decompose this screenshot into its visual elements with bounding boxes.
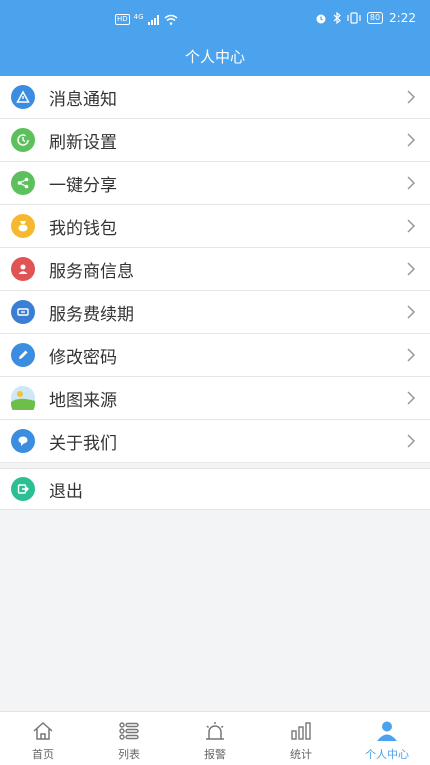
chevron-right-icon [407,305,416,319]
pencil-icon [11,343,35,367]
bottom-tab-bar: 首页 列表 报警 统计 个人中心 [0,711,430,765]
menu-item-label: 一键分享 [49,175,117,196]
tab-home[interactable]: 首页 [0,712,86,765]
battery-indicator: 80 [366,12,384,24]
menu-item-label: 刷新设置 [49,132,117,153]
menu-item-label: 关于我们 [49,433,117,454]
wallet-icon [11,214,35,238]
status-right: 80 2:22 [315,11,416,25]
share-icon [11,171,35,195]
signal-icon [147,14,159,25]
menu-item-label: 修改密码 [49,347,117,368]
tab-label: 列表 [118,748,140,761]
menu-item-service-fee-renewal[interactable]: 服务费续期 [0,291,430,334]
menu-item-my-wallet[interactable]: 我的钱包 [0,205,430,248]
page-title: 个人中心 [184,48,245,66]
menu-item-provider-info[interactable]: 服务商信息 [0,248,430,291]
chevron-right-icon [407,219,416,233]
app-header: HD 4G 80 2:22 个人中心 [0,0,430,76]
bluetooth-icon [333,12,341,24]
tab-stats[interactable]: 统计 [258,712,344,765]
network-indicators: HD 4G [115,12,178,25]
logout-button[interactable]: 退出 [0,468,430,510]
chevron-right-icon [407,391,416,405]
menu-item-map-source[interactable]: 地图来源 [0,377,430,420]
tab-label: 个人中心 [365,748,409,761]
menu-item-message-notification[interactable]: 消息通知 [0,76,430,119]
tab-personal-center[interactable]: 个人中心 [344,712,430,765]
menu-list: 消息通知 刷新设置 一键分享 我的钱包 服务商信息 服务费续期 修改密码 地图来… [0,76,430,463]
home-icon [30,720,56,742]
wifi-icon [164,14,178,25]
menu-item-change-password[interactable]: 修改密码 [0,334,430,377]
status-bar: HD 4G 80 2:22 [0,0,430,40]
tab-label: 首页 [32,748,54,761]
menu-item-label: 地图来源 [49,390,117,411]
tab-label: 统计 [290,748,312,761]
logout-label: 退出 [49,481,83,502]
alarm-clock-status-icon [316,14,326,24]
status-time: 2:22 [389,11,416,25]
alarm-icon [202,720,228,742]
menu-item-label: 我的钱包 [49,218,117,239]
menu-item-label: 服务费续期 [49,304,134,325]
menu-item-about-us[interactable]: 关于我们 [0,420,430,463]
chevron-right-icon [407,348,416,362]
hd-badge: HD [115,14,130,25]
list-icon [116,720,142,742]
tab-label: 报警 [204,748,226,761]
chevron-right-icon [407,262,416,276]
chat-bubble-icon [11,429,35,453]
ticket-icon [11,300,35,324]
menu-item-one-click-share[interactable]: 一键分享 [0,162,430,205]
menu-item-label: 消息通知 [49,89,117,110]
chevron-right-icon [407,434,416,448]
chevron-right-icon [407,90,416,104]
user-icon [374,720,400,742]
tab-alarm[interactable]: 报警 [172,712,258,765]
menu-item-refresh-settings[interactable]: 刷新设置 [0,119,430,162]
map-icon [11,386,35,410]
tab-list[interactable]: 列表 [86,712,172,765]
clock-refresh-icon [11,128,35,152]
chevron-right-icon [407,176,416,190]
network-type: 4G [133,12,144,21]
logout-icon [11,477,35,501]
vibrate-icon [347,12,361,24]
stats-icon [288,720,314,742]
menu-item-label: 服务商信息 [49,261,134,282]
battery-level: 80 [369,13,381,22]
warning-icon [11,85,35,109]
person-icon [11,257,35,281]
chevron-right-icon [407,133,416,147]
